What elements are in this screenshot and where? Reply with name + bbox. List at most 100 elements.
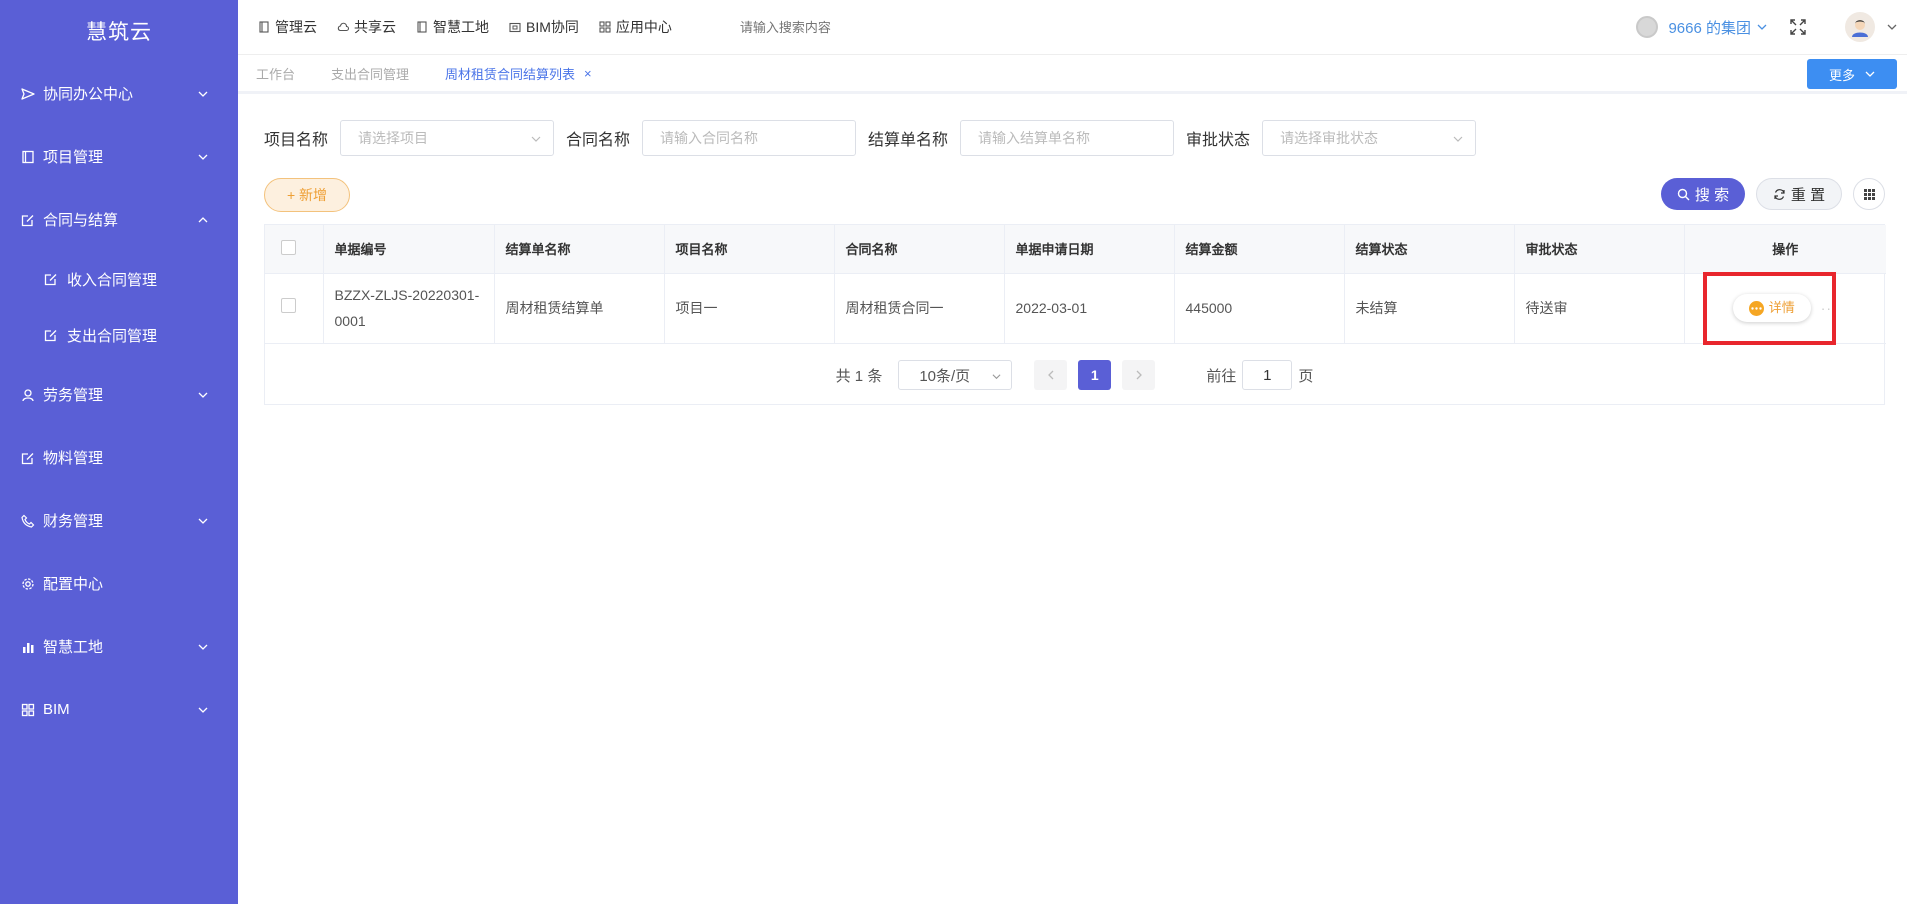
sidebar-subitem-income-contract[interactable]: 收入合同管理 (0, 251, 238, 307)
chevron-down-icon[interactable] (1887, 22, 1897, 32)
sidebar-item-smart-site[interactable]: 智慧工地 (0, 615, 238, 678)
row-more-menu[interactable]: ··· (1821, 295, 1838, 321)
column-settings-button[interactable] (1853, 178, 1885, 210)
grid-icon (599, 21, 611, 33)
org-switcher[interactable]: 9666 的集团 (1636, 16, 1767, 38)
topnav-label: 智慧工地 (433, 19, 489, 35)
chevron-down-icon (1757, 24, 1767, 30)
fullscreen-icon[interactable] (1789, 18, 1807, 36)
goto-page-input[interactable] (1242, 360, 1293, 390)
approval-select-placeholder: 请选择审批状态 (1280, 130, 1379, 146)
detail-button[interactable]: 详情 (1732, 294, 1811, 322)
col-header-project: 项目名称 (664, 225, 835, 274)
search-button[interactable]: 搜 索 (1661, 178, 1745, 210)
sidebar-item-bim[interactable]: BIM (0, 678, 238, 741)
row-checkbox[interactable] (281, 298, 296, 313)
phone-icon (21, 514, 35, 528)
topnav-item-management-cloud[interactable]: 管理云 (258, 17, 317, 37)
chevron-right-icon (1136, 370, 1142, 380)
grid-icon (21, 703, 35, 717)
chevron-down-icon (198, 91, 208, 97)
more-tabs-button[interactable]: 更多 (1807, 59, 1897, 89)
project-select[interactable]: 请选择项目 (340, 120, 555, 156)
top-header: 管理云 共享云 智慧工地 BIM协同 应用中心 9666 的集团 (238, 0, 1907, 54)
select-all-cell (265, 225, 324, 274)
edit-icon (21, 213, 35, 227)
search-icon (1677, 188, 1690, 200)
gear-icon (21, 577, 35, 591)
cell-approval-status: 待送审 (1514, 273, 1685, 344)
col-header-date: 单据申请日期 (1004, 225, 1175, 274)
topnav-item-bim-collab[interactable]: BIM协同 (509, 17, 579, 37)
page-button[interactable]: 1 (1078, 360, 1112, 390)
page-size-select[interactable]: 10条/页 (898, 360, 1013, 390)
sidebar-item-label: 配置中心 (43, 576, 104, 593)
col-header-settle-status: 结算状态 (1344, 225, 1515, 274)
refresh-icon (1774, 188, 1785, 200)
topnav-item-smart-site[interactable]: 智慧工地 (416, 17, 489, 37)
tab-expense-contract[interactable]: 支出合同管理 (313, 55, 427, 91)
cell-code: BZZX-ZLJS-20220301-0001 (323, 273, 495, 344)
topnav-label: 应用中心 (615, 19, 672, 35)
global-search-input[interactable] (739, 19, 1000, 35)
cell-settle-status: 未结算 (1344, 273, 1515, 344)
sidebar-item-labor-mgmt[interactable]: 劳务管理 (0, 363, 238, 426)
sidebar-item-label: 项目管理 (43, 149, 104, 166)
row-select-cell (265, 273, 324, 344)
book-icon (416, 21, 428, 33)
topnav-item-shared-cloud[interactable]: 共享云 (337, 17, 396, 37)
user-icon (1852, 20, 1868, 37)
topnav-label: 管理云 (275, 19, 317, 35)
col-header-contract: 合同名称 (834, 225, 1005, 274)
chevron-down-icon (198, 154, 208, 160)
close-icon[interactable]: × (584, 66, 592, 81)
goto-prefix: 前往 (1206, 367, 1237, 385)
sidebar-item-label: 财务管理 (43, 513, 104, 530)
approval-status-select[interactable]: 请选择审批状态 (1262, 120, 1477, 156)
detail-button-label: 详情 (1768, 300, 1795, 315)
chevron-down-icon (1453, 136, 1463, 142)
send-icon (21, 87, 35, 101)
settlement-input-placeholder: 请输入结算单名称 (978, 130, 1091, 146)
add-button[interactable]: + 新增 (264, 178, 350, 212)
top-nav: 管理云 共享云 智慧工地 BIM协同 应用中心 (238, 17, 1000, 37)
sidebar-item-finance-mgmt[interactable]: 财务管理 (0, 489, 238, 552)
edit-icon (44, 328, 58, 342)
search-button-label: 搜 索 (1694, 186, 1730, 204)
sidebar-item-contract-settlement[interactable]: 合同与结算 (0, 188, 238, 251)
cell-project: 项目一 (664, 273, 835, 344)
sidebar-subitem-label: 支出合同管理 (67, 327, 158, 345)
tab-label: 周材租赁合同结算列表 (445, 66, 576, 82)
settlement-name-input[interactable]: 请输入结算单名称 (960, 120, 1175, 156)
sidebar: 慧筑云 协同办公中心 项目管理 合同与结算 收入合同管理 支出合同管理 劳务管理… (0, 0, 238, 904)
sidebar-item-config-center[interactable]: 配置中心 (0, 552, 238, 615)
project-select-placeholder: 请选择项目 (358, 130, 429, 146)
sidebar-item-collab-office[interactable]: 协同办公中心 (0, 62, 238, 125)
tab-label: 工作台 (256, 66, 296, 82)
prev-page-button[interactable] (1034, 360, 1068, 390)
tab-rental-settlement-list[interactable]: 周材租赁合同结算列表 × (427, 55, 610, 91)
topnav-label: BIM协同 (526, 19, 579, 35)
reset-button[interactable]: 重 置 (1756, 178, 1842, 210)
cell-settlement-name: 周材租赁结算单 (494, 273, 665, 344)
filter-label-contract: 合同名称 (566, 132, 631, 149)
org-name: 9666 的集团 (1668, 19, 1751, 37)
sidebar-item-project-mgmt[interactable]: 项目管理 (0, 125, 238, 188)
chevron-down-icon (1865, 71, 1875, 77)
filter-label-approval: 审批状态 (1186, 132, 1251, 149)
sidebar-item-material-mgmt[interactable]: 物料管理 (0, 426, 238, 489)
tab-workbench[interactable]: 工作台 (238, 55, 313, 91)
cell-operations: 详情 ··· (1684, 273, 1886, 344)
select-all-checkbox[interactable] (281, 239, 296, 255)
col-header-amount: 结算金额 (1174, 225, 1345, 274)
sidebar-item-label: 物料管理 (43, 450, 104, 467)
sidebar-item-label: 智慧工地 (43, 639, 104, 656)
next-page-button[interactable] (1122, 360, 1156, 390)
sidebar-subitem-expense-contract[interactable]: 支出合同管理 (0, 307, 238, 363)
chevron-down-icon (198, 518, 208, 524)
contract-name-input[interactable]: 请输入合同名称 (642, 120, 857, 156)
topnav-item-app-center[interactable]: 应用中心 (599, 17, 672, 37)
chevron-down-icon (198, 392, 208, 398)
contract-input-placeholder: 请输入合同名称 (660, 130, 759, 146)
user-avatar[interactable] (1845, 12, 1875, 42)
